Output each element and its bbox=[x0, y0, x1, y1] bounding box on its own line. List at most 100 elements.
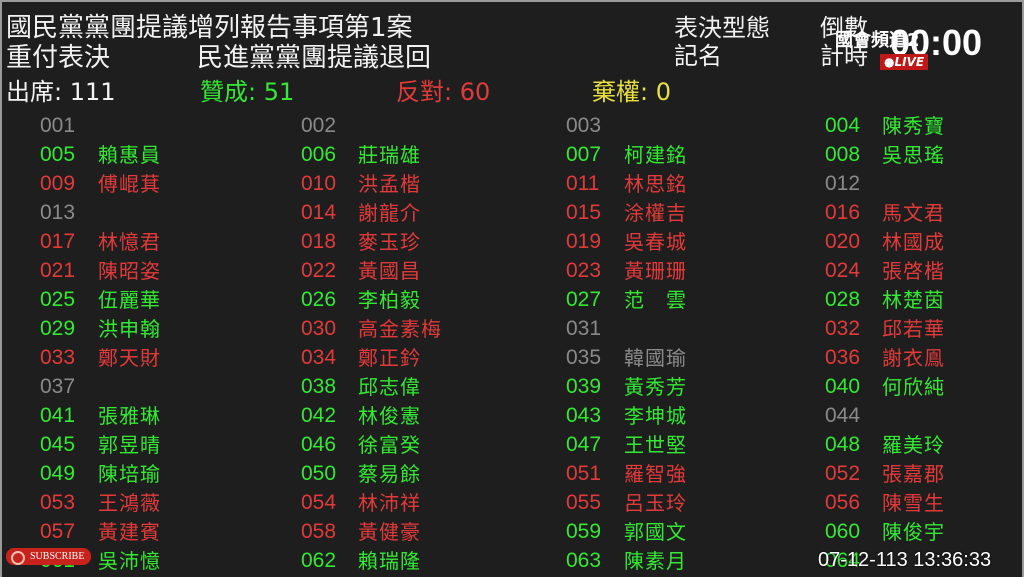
seat-number: 022 bbox=[301, 259, 337, 282]
seat-number: 032 bbox=[825, 317, 861, 340]
legislator-name: 徐富癸 bbox=[358, 433, 421, 457]
legislator-name: 謝龍介 bbox=[358, 201, 421, 225]
seat-number: 020 bbox=[825, 230, 861, 253]
seat-number: 046 bbox=[301, 433, 337, 456]
seat-number: 027 bbox=[566, 288, 602, 311]
seat-number: 015 bbox=[566, 201, 602, 224]
seat-number: 053 bbox=[40, 491, 76, 514]
legislator-name: 林憶君 bbox=[98, 230, 161, 254]
seat-number: 002 bbox=[301, 114, 337, 137]
legislator-name: 郭國文 bbox=[624, 520, 687, 544]
legislator-name: 鄭正鈐 bbox=[358, 346, 421, 370]
legislator-name: 黃秀芳 bbox=[624, 375, 687, 399]
seat-number: 054 bbox=[301, 491, 337, 514]
seat-number: 029 bbox=[40, 317, 76, 340]
seat-number: 047 bbox=[566, 433, 602, 456]
legislator-name: 呂玉玲 bbox=[624, 491, 687, 515]
legislator-name: 陳培瑜 bbox=[98, 462, 161, 486]
seat-number: 031 bbox=[566, 317, 602, 340]
legislator-name: 李柏毅 bbox=[358, 288, 421, 312]
legislator-name: 洪申翰 bbox=[98, 317, 161, 341]
seat-number: 052 bbox=[825, 462, 861, 485]
seat-number: 023 bbox=[566, 259, 602, 282]
seat-number: 041 bbox=[40, 404, 76, 427]
no-count: 反對: 60 bbox=[396, 78, 490, 106]
seat-number: 036 bbox=[825, 346, 861, 369]
legislator-name: 涂權吉 bbox=[624, 201, 687, 225]
seat-number: 051 bbox=[566, 462, 602, 485]
legislator-name: 吳沛憶 bbox=[98, 549, 161, 573]
present-value: 111 bbox=[69, 78, 116, 106]
legislator-name: 陳俊宇 bbox=[882, 520, 945, 544]
yes-count: 贊成: 51 bbox=[200, 78, 294, 106]
legislator-name: 伍麗華 bbox=[98, 288, 161, 312]
legislator-name: 蔡易餘 bbox=[358, 462, 421, 486]
legislator-name: 郭昱晴 bbox=[98, 433, 161, 457]
vote-type-value: 記名 bbox=[674, 42, 722, 70]
abstain-count: 棄權: 0 bbox=[592, 78, 671, 106]
legislator-name: 陳雪生 bbox=[882, 491, 945, 515]
seat-number: 014 bbox=[301, 201, 337, 224]
seat-number: 012 bbox=[825, 172, 861, 195]
seat-number: 016 bbox=[825, 201, 861, 224]
seat-number: 005 bbox=[40, 143, 76, 166]
seat-number: 043 bbox=[566, 404, 602, 427]
legislator-name: 林俊憲 bbox=[358, 404, 421, 428]
legislator-name: 黃建賓 bbox=[98, 520, 161, 544]
seat-number: 017 bbox=[40, 230, 76, 253]
yes-label: 贊成: bbox=[200, 78, 257, 106]
legislator-name: 陳昭姿 bbox=[98, 259, 161, 283]
legislator-name: 何欣純 bbox=[882, 375, 945, 399]
legislator-name: 羅智強 bbox=[624, 462, 687, 486]
legislator-name: 賴瑞隆 bbox=[358, 549, 421, 573]
revote-label: 重付表決 bbox=[6, 43, 111, 73]
legislator-name: 莊瑞雄 bbox=[358, 143, 421, 167]
subscribe-button[interactable]: SUBSCRIBE bbox=[6, 548, 92, 565]
abstain-label: 棄權: bbox=[592, 78, 649, 106]
legislator-name: 張嘉郡 bbox=[882, 462, 945, 486]
no-value: 60 bbox=[459, 78, 491, 106]
legislator-name: 賴惠員 bbox=[98, 143, 161, 167]
legislator-name: 韓國瑜 bbox=[624, 346, 687, 370]
flower-icon bbox=[11, 551, 25, 565]
seat-number: 011 bbox=[566, 172, 600, 195]
legislator-name: 黃健豪 bbox=[358, 520, 421, 544]
seat-number: 039 bbox=[566, 375, 602, 398]
seat-number: 010 bbox=[301, 172, 337, 195]
legislator-name: 邱若華 bbox=[882, 317, 945, 341]
legislator-name: 邱志偉 bbox=[358, 375, 421, 399]
seat-number: 035 bbox=[566, 346, 602, 369]
vote-type-label: 表決型態 bbox=[674, 14, 770, 42]
seat-number: 063 bbox=[566, 549, 602, 572]
legislator-name: 羅美玲 bbox=[882, 433, 945, 457]
no-label: 反對: bbox=[396, 78, 453, 106]
seat-number: 056 bbox=[825, 491, 861, 514]
seat-number: 040 bbox=[825, 375, 861, 398]
seat-number: 062 bbox=[301, 549, 337, 572]
seat-number: 001 bbox=[40, 114, 76, 137]
seat-number: 033 bbox=[40, 346, 76, 369]
motion-subtitle: 民進黨黨團提議退回 bbox=[197, 43, 432, 73]
seat-number: 060 bbox=[825, 520, 861, 543]
seat-number: 007 bbox=[566, 143, 602, 166]
present-label: 出席: bbox=[6, 78, 63, 106]
subscribe-label: SUBSCRIBE bbox=[30, 551, 85, 562]
legislator-name: 張啓楷 bbox=[882, 259, 945, 283]
seat-number: 038 bbox=[301, 375, 337, 398]
seat-number: 050 bbox=[301, 462, 337, 485]
legislator-name: 林思銘 bbox=[624, 172, 687, 196]
seat-number: 044 bbox=[825, 404, 861, 427]
seat-number: 059 bbox=[566, 520, 602, 543]
seat-number: 028 bbox=[825, 288, 861, 311]
legislator-name: 謝衣鳯 bbox=[882, 346, 945, 370]
legislator-name: 李坤城 bbox=[624, 404, 687, 428]
legislator-name: 傅崐萁 bbox=[98, 172, 161, 196]
seat-number: 024 bbox=[825, 259, 861, 282]
seat-number: 034 bbox=[301, 346, 337, 369]
seat-number: 018 bbox=[301, 230, 337, 253]
seat-number: 021 bbox=[40, 259, 76, 282]
seat-number: 037 bbox=[40, 375, 76, 398]
legislator-name: 王世堅 bbox=[624, 433, 687, 457]
legislator-name: 高金素梅 bbox=[358, 317, 442, 341]
abstain-value: 0 bbox=[655, 78, 672, 106]
